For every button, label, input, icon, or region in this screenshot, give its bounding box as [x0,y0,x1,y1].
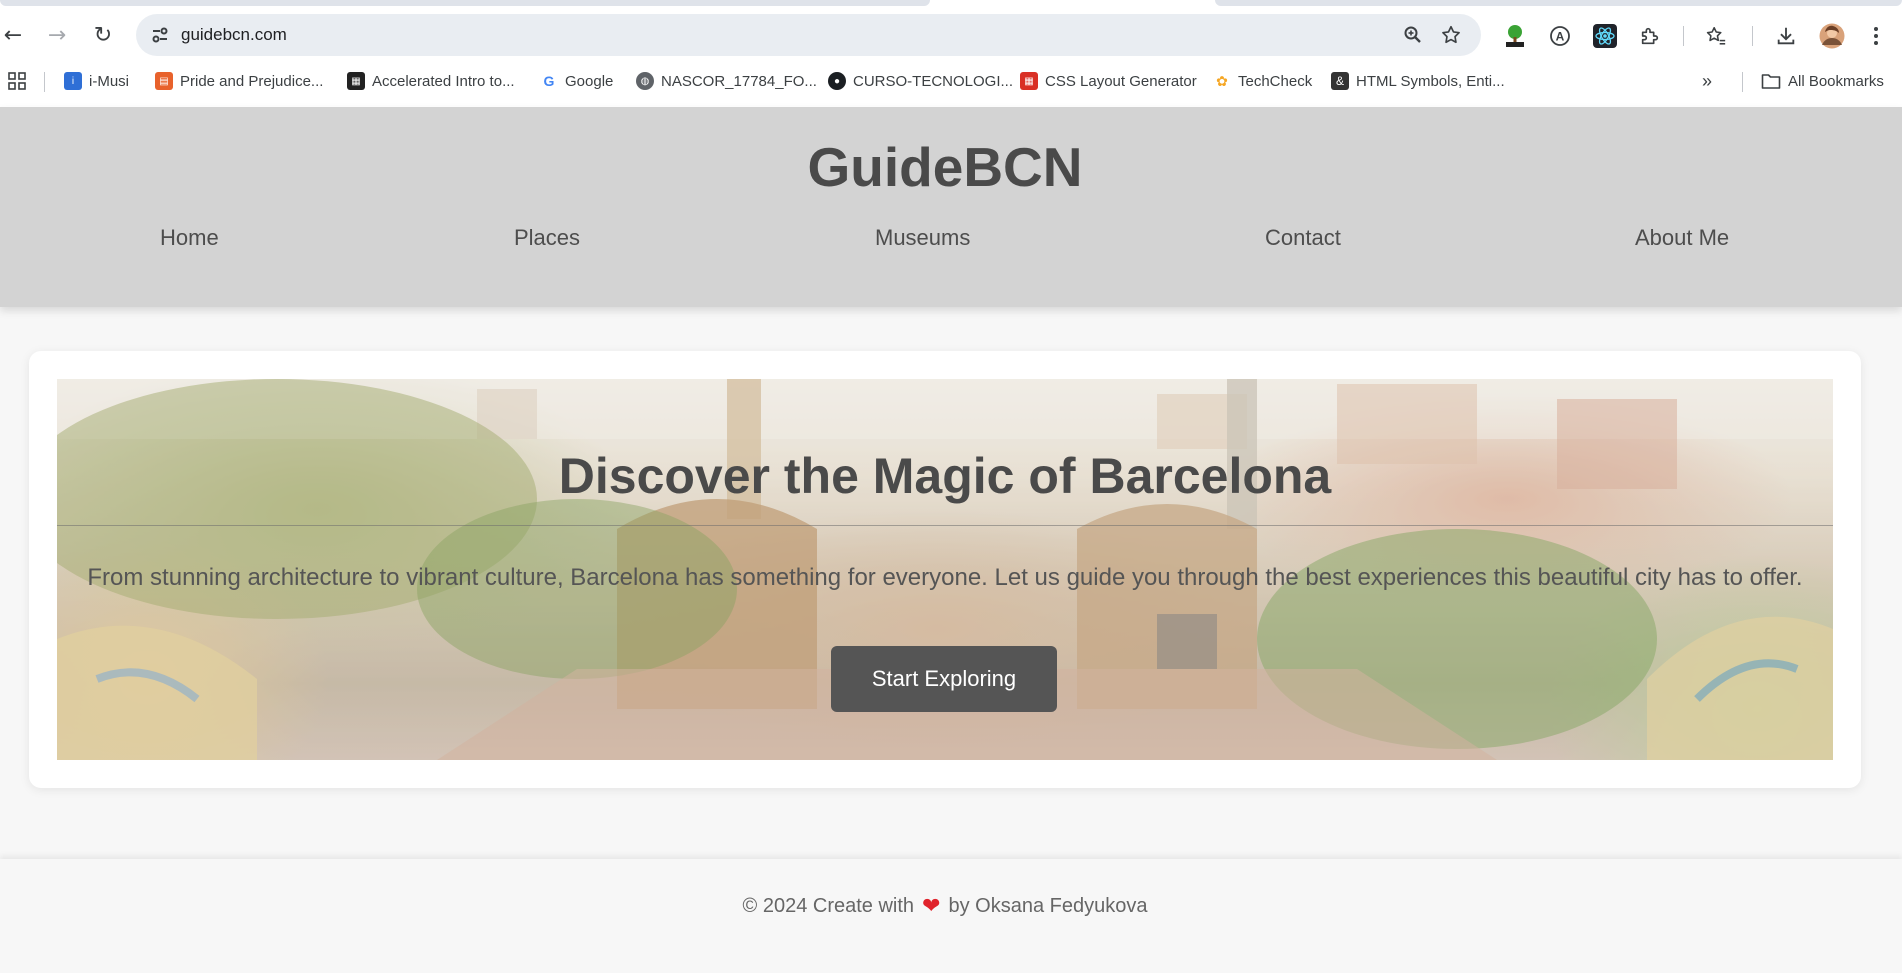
zoom-button[interactable] [1400,22,1426,48]
star-icon [1442,25,1460,44]
kebab-menu-icon [1874,27,1878,45]
bookmark-item[interactable]: ● CURSO-TECNOLOGI... [828,66,1013,96]
svg-text:A: A [1556,30,1565,44]
bookmark-label: Pride and Prejudice... [180,72,324,90]
browser-toolbar: ← → ↻ guidebcn.com A [0,14,1902,56]
bookmark-label: i-Musi [89,72,129,90]
reload-button[interactable]: ↻ [86,14,120,56]
toolbar-separator [1752,26,1753,46]
a-circle-extension-icon[interactable]: A [1546,22,1574,50]
reload-icon: ↻ [93,22,113,48]
address-bar[interactable]: guidebcn.com [136,14,1481,56]
web-page: GuideBCN Home Places Museums Contact Abo… [0,107,1902,973]
bookmark-item[interactable]: ✿ TechCheck [1213,66,1312,96]
bookmark-item[interactable]: ◍ NASCOR_17784_FO... [636,66,817,96]
nav-link-contact[interactable]: Contact [1265,225,1341,251]
hero-description: From stunning architecture to vibrant cu… [87,564,1803,591]
arrow-left-icon: ← [3,22,23,48]
bookmark-label: CURSO-TECNOLOGI... [853,72,1014,90]
bookmark-item[interactable]: ▦ CSS Layout Generator [1020,66,1197,96]
site-info-button[interactable] [148,23,172,47]
hero-banner: Discover the Magic of Barcelona From stu… [57,379,1833,760]
bookmark-label: NASCOR_17784_FO... [661,72,817,90]
book-icon: ▤ [155,72,173,90]
hero-title: Discover the Magic of Barcelona [558,448,1332,504]
hero-divider [57,525,1833,526]
bookmark-item[interactable]: G Google [540,66,613,96]
bookmark-label: CSS Layout Generator [1045,72,1197,90]
nav-link-places[interactable]: Places [514,225,580,251]
ampersand-icon: & [1331,72,1349,90]
heart-icon: ❤ [922,893,941,918]
bookmark-item[interactable]: ▤ Pride and Prejudice... [155,66,323,96]
url-text[interactable]: guidebcn.com [181,25,287,45]
tab-strip [1215,0,1902,6]
back-button[interactable]: ← [0,14,30,56]
downloads-button[interactable] [1772,22,1800,50]
puzzle-icon [1641,27,1659,45]
all-bookmarks-label: All Bookmarks [1788,72,1884,90]
globe-icon: ◍ [636,72,654,90]
arrow-right-icon: → [47,22,67,48]
download-icon [1777,27,1795,45]
bookmark-item[interactable]: & HTML Symbols, Enti... [1331,66,1505,96]
forward-button[interactable]: → [40,14,74,56]
bookmark-label: HTML Symbols, Enti... [1356,72,1505,90]
apps-button[interactable] [8,66,26,96]
bookmarks-bar: i i-Musi ▤ Pride and Prejudice... ▦ Acce… [0,66,1902,96]
avatar [1819,23,1845,49]
folder-icon [1761,74,1781,89]
zoom-icon [1404,26,1421,43]
site-footer: © 2024 Create with ❤ by Oksana Fedyukova [0,859,1902,973]
nav-link-about-me[interactable]: About Me [1635,225,1729,251]
nav-link-museums[interactable]: Museums [875,225,970,251]
bookmark-star-button[interactable] [1438,22,1464,48]
react-icon [1593,24,1617,48]
google-icon: G [540,72,558,90]
tune-icon [152,27,168,43]
footer-text: © 2024 Create with ❤ by Oksana Fedyukova [0,893,1890,919]
bookmark-item[interactable]: i i-Musi [64,66,129,96]
bookmark-label: Google [565,72,614,90]
chevron-double-right-icon: » [1702,70,1713,91]
star-list-icon [1706,26,1726,45]
menu-button[interactable] [1862,22,1890,50]
site-title: GuideBCN [807,136,1083,198]
reading-list-button[interactable] [1702,22,1730,50]
html-tree-extension-icon[interactable] [1501,22,1529,50]
extensions-button[interactable] [1636,22,1664,50]
site-nav: Home Places Museums Contact About Me [0,225,1902,265]
bookmarks-separator [44,72,45,92]
tree-icon [1506,25,1524,47]
toolbar-separator [1683,26,1684,46]
imusi-icon: i [64,72,82,90]
site-header: GuideBCN Home Places Museums Contact Abo… [0,107,1902,307]
bookmark-item[interactable]: ▦ Accelerated Intro to... [347,66,515,96]
profile-button[interactable] [1818,22,1846,50]
grid-icon: ▦ [1020,72,1038,90]
start-exploring-button[interactable]: Start Exploring [831,646,1057,712]
footer-copyright: © 2024 Create with [742,894,915,917]
github-icon: ● [828,72,846,90]
react-devtools-extension-icon[interactable] [1591,22,1619,50]
bookmark-label: TechCheck [1238,72,1313,90]
cs50-icon: ▦ [347,72,365,90]
bookmarks-separator [1742,72,1743,92]
more-bookmarks-button[interactable]: » [1702,66,1712,96]
nbc-icon: ✿ [1213,72,1231,90]
apps-grid-icon [8,72,26,90]
browser-chrome: ← → ↻ guidebcn.com A i i-Musi ▤ Pride an… [0,0,1902,107]
all-bookmarks-button[interactable]: All Bookmarks [1761,66,1884,96]
tab-strip [0,0,930,6]
letter-a-icon: A [1550,26,1570,46]
footer-author: by Oksana Fedyukova [948,894,1148,917]
hero-card: Discover the Magic of Barcelona From stu… [29,351,1861,788]
nav-link-home[interactable]: Home [160,225,219,251]
bookmark-label: Accelerated Intro to... [372,72,515,90]
